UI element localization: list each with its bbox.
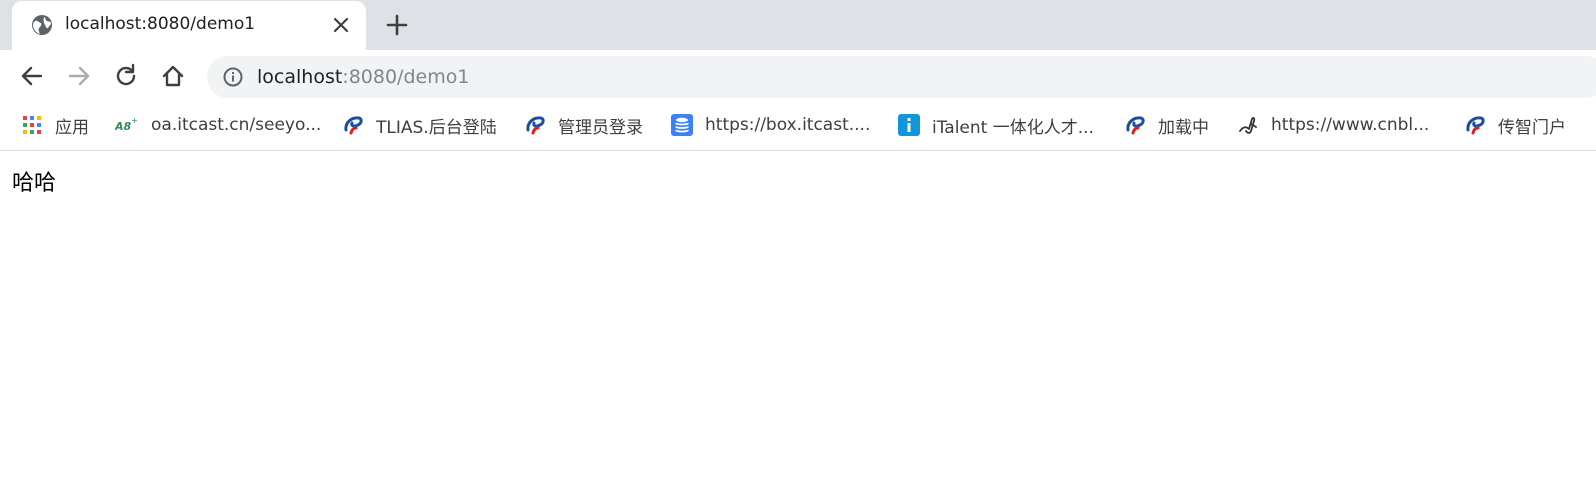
svg-text:A8: A8 (115, 120, 132, 133)
bookmark-chuanzhi-portal[interactable]: 传智门户 (1464, 112, 1566, 138)
active-tab[interactable]: localhost:8080/demo1 (12, 1, 366, 50)
bookmark-label: 应用 (55, 117, 89, 138)
tab-title: localhost:8080/demo1 (65, 14, 256, 34)
home-icon[interactable] (159, 62, 187, 90)
back-arrow-icon[interactable] (18, 62, 46, 90)
swirl-logo-icon (1126, 116, 1145, 135)
bookmark-label: TLIAS.后台登陆 (376, 117, 497, 138)
bookmark-box-itcast[interactable]: https://box.itcast.... (671, 112, 870, 138)
close-icon[interactable] (330, 14, 352, 36)
url-text[interactable]: localhost:8080/demo1 (257, 66, 469, 88)
swirl-logo-icon (526, 116, 545, 135)
page-text: 哈哈 (12, 171, 57, 196)
bookmark-label: https://www.cnbl... (1271, 115, 1430, 135)
tab-strip: localhost:8080/demo1 (0, 0, 1596, 50)
a8-logo-icon: A8 + (115, 116, 138, 133)
cnblogs-logo-icon (1239, 117, 1257, 134)
info-icon[interactable] (222, 66, 244, 88)
bookmark-label: https://box.itcast.... (705, 115, 871, 135)
bookmarks-bar: 应用 A8 + oa.itcast.cn/seeyo... TLIAS.后台登陆… (0, 102, 1596, 151)
bookmark-label: iTalent 一体化人才... (932, 117, 1094, 138)
bookmark-italent[interactable]: iTalent 一体化人才... (898, 112, 1094, 138)
forward-arrow-icon[interactable] (65, 62, 93, 90)
reload-icon[interactable] (112, 62, 140, 90)
database-icon (671, 114, 693, 136)
bookmark-label: 传智门户 (1498, 117, 1566, 138)
page-content: 哈哈 (0, 151, 1596, 496)
svg-text:+: + (131, 116, 138, 125)
swirl-logo-icon (344, 116, 363, 135)
plus-icon[interactable] (384, 12, 410, 38)
apps-grid-icon (23, 116, 41, 134)
globe-icon (32, 15, 52, 35)
url-path: :8080/demo1 (342, 66, 470, 88)
bookmark-label: 管理员登录 (558, 117, 643, 138)
address-bar[interactable]: localhost:8080/demo1 (207, 56, 1596, 98)
browser-toolbar: localhost:8080/demo1 (0, 50, 1596, 102)
bookmark-cnblogs[interactable]: https://www.cnbl... (1237, 112, 1429, 138)
swirl-logo-icon (1466, 116, 1485, 135)
bookmark-label: 加载中 (1158, 117, 1209, 138)
url-host: localhost (257, 66, 343, 88)
bookmark-loading[interactable]: 加载中 (1124, 112, 1209, 138)
bookmark-admin-login[interactable]: 管理员登录 (524, 112, 643, 138)
bookmark-label: oa.itcast.cn/seeyo... (151, 115, 322, 135)
bookmark-apps[interactable]: 应用 (21, 112, 89, 138)
bookmark-oa-itcast[interactable]: A8 + oa.itcast.cn/seeyo... (115, 112, 321, 138)
info-badge-icon (898, 114, 920, 136)
bookmark-tlias[interactable]: TLIAS.后台登陆 (342, 112, 497, 138)
